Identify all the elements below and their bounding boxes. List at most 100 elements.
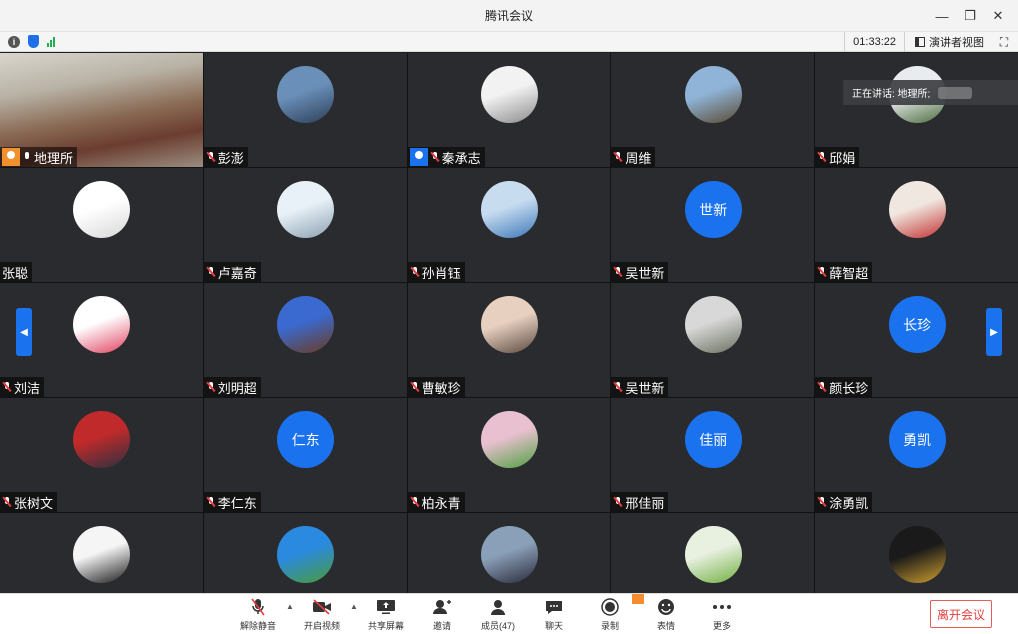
fullscreen-icon[interactable]: ⛶: [994, 35, 1018, 50]
participant-name: 彭澎: [217, 150, 244, 166]
avatar: [73, 526, 131, 583]
participant-name: 吴世新: [625, 265, 665, 281]
participant-name: 邢佳丽: [625, 495, 665, 511]
avatar: [277, 526, 335, 583]
participant-name: 邱娟: [829, 150, 856, 166]
avatar: 世新: [684, 181, 742, 238]
more-button[interactable]: 更多: [694, 598, 750, 632]
close-icon[interactable]: ✕: [984, 0, 1012, 32]
speaker-view-button[interactable]: 演讲者视图: [905, 34, 994, 50]
participant-tile[interactable]: 张聪: [0, 168, 203, 282]
participant-tile[interactable]: 佳丽 邢佳丽: [611, 398, 815, 512]
mic-muted-icon: [2, 496, 12, 508]
avatar: [73, 181, 131, 238]
participant-name: 张树文: [14, 495, 54, 511]
meeting-toolbar: 解除静音 ▲ 开启视频 ▲ 共享屏幕 邀请 成员(47) 聊天 录制 表情 更多…: [0, 593, 1018, 634]
participant-tile[interactable]: 秦承志: [407, 53, 611, 167]
unmute-button[interactable]: 解除静音: [230, 598, 286, 632]
participant-tile[interactable]: 周维: [611, 53, 815, 167]
participant-nametag: 张聪: [0, 262, 33, 282]
participant-nametag: 邢佳丽: [611, 492, 669, 512]
status-bar: i 01:33:22 演讲者视图 ⛶: [0, 32, 1018, 52]
next-page-button[interactable]: ▶: [986, 308, 1002, 356]
speaking-blur: [938, 86, 973, 99]
avatar: [480, 526, 538, 583]
participant-name: 涂勇凯: [829, 495, 869, 511]
avatar: [684, 296, 742, 353]
avatar: [888, 526, 946, 583]
participant-tile[interactable]: 卢嘉奇: [203, 168, 407, 282]
restore-icon[interactable]: ❐: [956, 0, 984, 32]
participant-nametag: 秦承志: [407, 147, 485, 167]
record-badge: [632, 594, 644, 604]
avatar: 仁东: [277, 411, 335, 468]
share-screen-button[interactable]: 共享屏幕: [358, 598, 414, 632]
leave-meeting-button[interactable]: 离开会议: [930, 600, 992, 628]
participant-tile[interactable]: 世新吴世新: [611, 168, 815, 282]
participant-tile[interactable]: 地理所: [0, 53, 203, 167]
participant-nametag: 张树文: [0, 492, 58, 512]
more-icon: [712, 598, 732, 616]
avatar: [888, 181, 946, 238]
mic-muted-icon: [206, 496, 216, 508]
mic-muted-icon: [206, 151, 216, 163]
start-video-button[interactable]: 开启视频: [294, 598, 350, 632]
participant-nametag: 柏永青: [407, 492, 465, 512]
participant-nametag: 吴世新: [611, 377, 669, 397]
speaking-label: 正在讲话: 地理所;: [852, 89, 931, 100]
participant-nametag: 吴世新: [611, 262, 669, 282]
invite-button[interactable]: 邀请: [414, 598, 470, 632]
participant-nametag: 曹敏珍: [407, 377, 465, 397]
meeting-timer: 01:33:22: [844, 32, 905, 52]
video-options-caret[interactable]: ▲: [350, 602, 358, 611]
participant-tile[interactable]: 曹敏珍: [407, 283, 611, 397]
video-off-icon: [312, 598, 332, 616]
avatar: [684, 526, 742, 583]
avatar: [73, 296, 131, 353]
participant-tile[interactable]: 彭澎: [203, 53, 407, 167]
signal-icon[interactable]: [47, 36, 55, 47]
chat-button[interactable]: 聊天: [526, 598, 582, 632]
invite-icon: [432, 598, 452, 616]
host-badge-icon: [409, 148, 428, 166]
participant-nametag: 周维: [611, 147, 656, 167]
record-icon: [601, 598, 619, 616]
participant-tile[interactable]: 刘明超: [203, 283, 407, 397]
mic-muted-icon: [613, 496, 623, 508]
share-screen-icon: [376, 598, 396, 616]
mic-muted-icon: [817, 151, 827, 163]
participant-tile[interactable]: 吴世新: [611, 283, 815, 397]
participant-tile[interactable]: 张树文: [0, 398, 203, 512]
prev-page-button[interactable]: ◀: [16, 308, 32, 356]
share-screen-label: 共享屏幕: [367, 621, 404, 631]
participant-tile[interactable]: 薛智超: [815, 168, 1018, 282]
participant-tile[interactable]: 孙肖钰: [407, 168, 611, 282]
members-icon: [489, 598, 507, 616]
chat-icon: [545, 598, 563, 616]
participant-nametag: 颜长珍: [815, 377, 873, 397]
emoji-button[interactable]: 表情: [638, 598, 694, 632]
avatar: [480, 296, 538, 353]
participant-tile[interactable]: 邱娟: [815, 53, 1018, 167]
minimize-icon[interactable]: —: [928, 0, 956, 32]
audio-options-caret[interactable]: ▲: [286, 602, 294, 611]
title-bar: 腾讯会议 — ❐ ✕: [0, 0, 1018, 32]
mic-muted-icon: [206, 381, 216, 393]
shield-icon[interactable]: [28, 35, 39, 48]
participant-grid: 地理所 彭澎 秦承志 周维 邱娟 张聪 卢嘉奇 孙肖钰 世新 吴世新 薛智超 刘洁 刘明超 曹敏珍 吴世新长…: [0, 53, 1018, 627]
participant-tile[interactable]: 仁东 李仁东: [203, 398, 407, 512]
mic-muted-icon: [430, 151, 440, 163]
mic-muted-icon: [817, 266, 827, 278]
mic-muted-icon: [2, 381, 12, 393]
participant-name: 曹敏珍: [421, 380, 461, 396]
participant-name: 颜长珍: [829, 380, 869, 396]
speaking-indicator: 正在讲话: 地理所;: [843, 80, 1018, 105]
participant-tile[interactable]: 柏永青: [407, 398, 611, 512]
members-button[interactable]: 成员(47): [470, 598, 526, 632]
record-button[interactable]: 录制: [582, 594, 644, 632]
mic-muted-icon: [817, 381, 827, 393]
participant-nametag: 刘明超: [203, 377, 261, 397]
avatar: [277, 296, 335, 353]
participant-tile[interactable]: 勇凯 涂勇凯: [815, 398, 1018, 512]
info-icon[interactable]: i: [8, 35, 20, 48]
